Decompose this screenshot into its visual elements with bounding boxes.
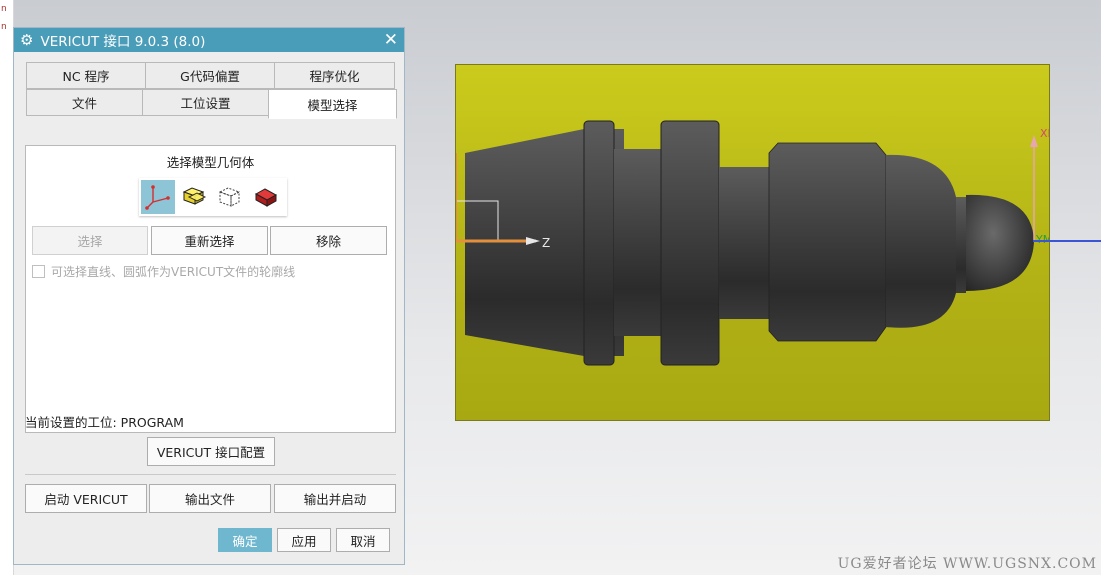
remove-button[interactable]: 移除 [270, 226, 387, 255]
dialog-title: VERICUT 接口 9.0.3 (8.0) [40, 34, 206, 50]
csys-icon[interactable] [141, 180, 175, 214]
tab-file[interactable]: 文件 [26, 89, 143, 116]
model-select-panel: 选择模型几何体 选择 重新选择 移除 可选择直线、圆弧作为VERICUT文件的轮… [25, 145, 396, 433]
viewport-axis-line [1033, 240, 1101, 242]
divider [25, 474, 396, 475]
design-icon[interactable] [249, 180, 283, 214]
tab-nc-program[interactable]: NC 程序 [26, 62, 146, 89]
action-buttons: 启动 VERICUT 输出文件 输出并启动 [25, 484, 396, 513]
watermark: UG爱好者论坛 WWW.UGSNX.COM [837, 556, 1097, 572]
tab-row-1: NC 程序 G代码偏置 程序优化 [26, 62, 395, 89]
vericut-interface-dialog: ⚙ VERICUT 接口 9.0.3 (8.0) ✕ NC 程序 G代码偏置 程… [13, 27, 405, 565]
export-and-launch-button[interactable]: 输出并启动 [274, 484, 396, 513]
fixture-icon[interactable] [213, 180, 247, 214]
tab-model-select[interactable]: 模型选择 [268, 89, 397, 119]
gear-icon: ⚙ [20, 31, 34, 49]
strip-char: n [1, 22, 7, 32]
ok-button[interactable]: 确定 [218, 528, 272, 552]
checkbox-label: 可选择直线、圆弧作为VERICUT文件的轮廓线 [51, 265, 296, 279]
tab-wcs-setup[interactable]: 工位设置 [142, 89, 269, 116]
graphics-viewport[interactable]: Z XM YM [455, 64, 1050, 421]
export-file-button[interactable]: 输出文件 [149, 484, 271, 513]
tab-program-optimize[interactable]: 程序优化 [274, 62, 395, 89]
turned-part-model: Z XM YM [456, 120, 1049, 366]
background-left-strip: n n [0, 0, 14, 575]
select-button[interactable]: 选择 [32, 226, 148, 255]
z-axis-label: Z [542, 236, 550, 250]
tab-row-2: 文件 工位设置 模型选择 [26, 89, 397, 119]
dialog-titlebar[interactable]: ⚙ VERICUT 接口 9.0.3 (8.0) ✕ [14, 28, 404, 52]
reselect-button[interactable]: 重新选择 [151, 226, 268, 255]
cancel-button[interactable]: 取消 [336, 528, 390, 552]
current-wcs-label: 当前设置的工位: PROGRAM [25, 415, 184, 430]
selection-buttons: 选择 重新选择 移除 [32, 226, 387, 255]
tab-gcode-offset[interactable]: G代码偏置 [145, 62, 275, 89]
outline-checkbox[interactable]: 可选择直线、圆弧作为VERICUT文件的轮廓线 [32, 263, 295, 280]
apply-button[interactable]: 应用 [277, 528, 331, 552]
geometry-type-toolbar [139, 178, 287, 216]
xm-axis-label: XM [1040, 127, 1049, 140]
vericut-config-button[interactable]: VERICUT 接口配置 [147, 437, 275, 466]
select-geometry-label: 选择模型几何体 [166, 155, 255, 170]
close-icon[interactable]: ✕ [384, 30, 398, 50]
launch-vericut-button[interactable]: 启动 VERICUT [25, 484, 147, 513]
strip-char: n [1, 4, 7, 14]
checkbox-box[interactable] [32, 265, 45, 278]
stock-icon[interactable] [177, 180, 211, 214]
